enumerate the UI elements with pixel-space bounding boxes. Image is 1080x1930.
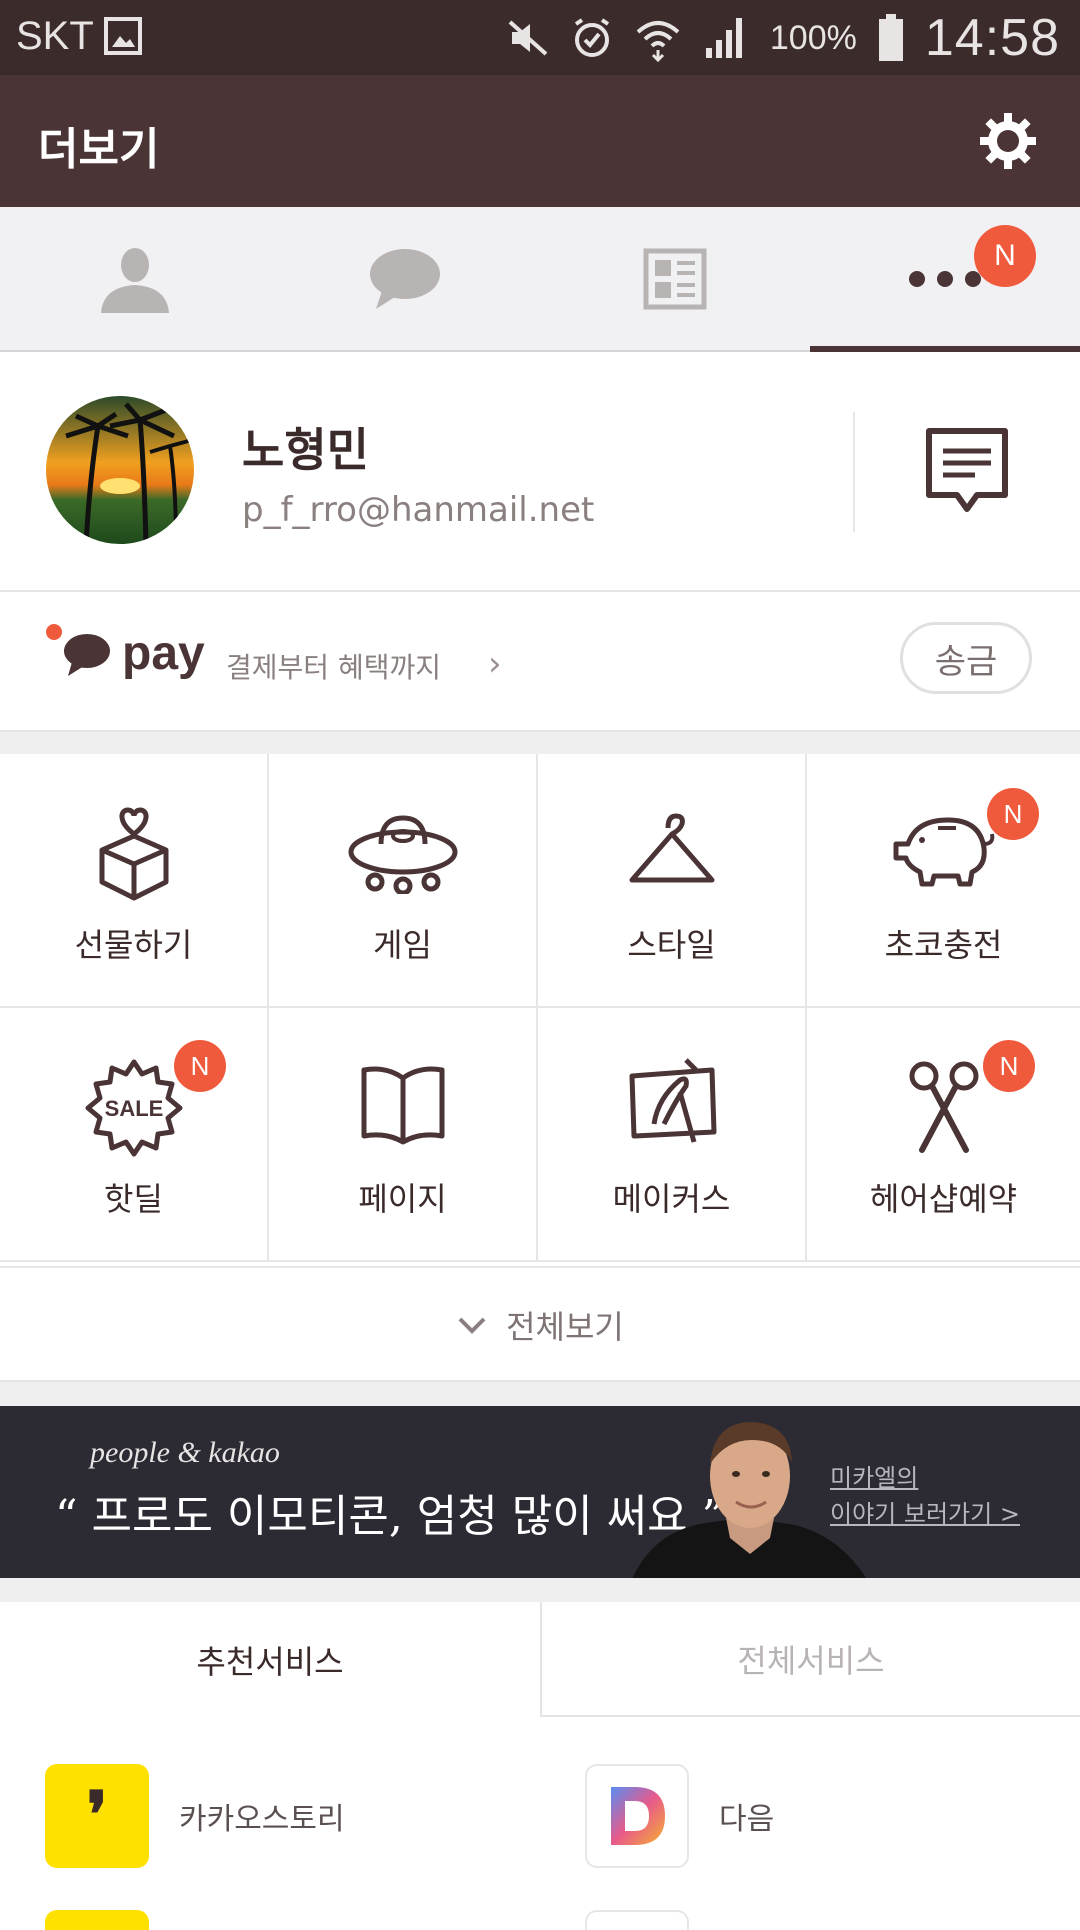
tab-all-services[interactable]: 전체서비스	[540, 1602, 1080, 1717]
battery-icon	[878, 14, 903, 61]
battery-percent: 100%	[769, 18, 857, 57]
next-service-icon	[45, 1910, 149, 1930]
news-icon	[643, 248, 707, 309]
profile-name: 노형민	[242, 423, 369, 477]
gift-box-icon	[99, 807, 168, 901]
tab-friends[interactable]	[0, 207, 270, 350]
grid-item-choco[interactable]: N 초코충전	[807, 754, 1080, 1008]
makers-icon	[629, 1058, 716, 1143]
wifi-icon	[636, 21, 680, 62]
grid-item-label: 게임	[373, 926, 432, 964]
grid-item-hotdeal[interactable]: SALE N 핫딜	[0, 1008, 269, 1262]
avatar[interactable]	[46, 396, 194, 544]
alarm-icon	[574, 18, 610, 57]
daum-logo-icon	[611, 1787, 665, 1845]
promo-banner[interactable]: people & kakao “ 프로도 이모티콘, 엄청 많이 써요 ” 미카…	[0, 1406, 1080, 1578]
grid-item-label: 페이지	[358, 1180, 447, 1218]
book-icon	[361, 1066, 444, 1145]
tab-more[interactable]: N	[810, 207, 1080, 352]
grid-item-label: 헤어샵예약	[869, 1180, 1018, 1218]
profile-divider	[853, 412, 855, 532]
sale-badge-icon: SALE	[85, 1059, 182, 1157]
next-service-icon	[585, 1910, 689, 1930]
grid-item-label: 선물하기	[74, 926, 193, 964]
grid-item-game[interactable]: 게임	[269, 754, 538, 1008]
new-badge: N	[983, 1040, 1035, 1092]
pay-label: pay	[122, 627, 205, 680]
section-gap	[0, 732, 1080, 754]
menu-grid: 선물하기 게임 스타일 N 초코충전 SALE N 핫딜 페이지 메이커스 N …	[0, 754, 1080, 1266]
more-new-badge: N	[974, 225, 1036, 287]
status-right: 100% 14:58	[506, 8, 1060, 68]
main-tabs: N	[0, 207, 1080, 352]
profile-email: p_f_rro@hanmail.net	[242, 490, 595, 530]
page-title: 더보기	[38, 124, 160, 175]
grid-item-page[interactable]: 페이지	[269, 1008, 538, 1262]
tab-recommended-services[interactable]: 추천서비스	[0, 1602, 540, 1717]
grid-item-style[interactable]: 스타일	[538, 754, 807, 1008]
chat-bubble-icon	[370, 248, 440, 309]
pay-chat-icon	[64, 634, 110, 676]
scissors-icon	[909, 1061, 978, 1153]
grid-item-gift[interactable]: 선물하기	[0, 754, 269, 1008]
section-gap	[0, 1578, 1080, 1602]
service-name: 다음	[719, 1802, 775, 1837]
profile-section[interactable]: 노형민 p_f_rro@hanmail.net	[0, 352, 1080, 592]
tab-chats[interactable]	[270, 207, 540, 350]
new-badge: N	[987, 788, 1039, 840]
grid-item-label: 메이커스	[612, 1180, 731, 1218]
grid-item-label: 스타일	[627, 926, 716, 964]
settings-gear-icon[interactable]	[978, 111, 1038, 171]
pay-new-dot	[46, 624, 62, 640]
grid-item-label: 핫딜	[104, 1180, 163, 1218]
title-bar: 더보기	[0, 75, 1080, 207]
status-bar: SKT 100% 14:58	[0, 0, 1080, 75]
section-gap	[0, 1380, 1080, 1408]
banner-link-line1[interactable]: 미카엘의	[830, 1458, 918, 1493]
view-all-label: 전체보기	[506, 1307, 624, 1346]
banner-quote: “ 프로도 이모티콘, 엄청 많이 써요 ”	[55, 1491, 725, 1542]
daum-icon	[585, 1764, 689, 1868]
chevron-right-icon: ›	[488, 644, 502, 684]
banner-brand: people & kakao	[90, 1436, 280, 1469]
person-icon	[101, 247, 169, 313]
grid-item-hairshop[interactable]: N 헤어샵예약	[807, 1008, 1080, 1262]
service-item-daum[interactable]: 다음	[585, 1762, 774, 1870]
service-name: 카카오스토리	[179, 1802, 345, 1837]
service-item-kakaostory[interactable]: ❜ 카카오스토리	[45, 1762, 345, 1870]
clock: 14:58	[924, 9, 1060, 67]
pay-subtitle[interactable]: 결제부터 혜택까지	[226, 646, 441, 686]
send-money-button[interactable]: 송금	[900, 622, 1032, 694]
chevron-down-icon	[458, 1317, 486, 1334]
piggy-bank-icon	[893, 817, 994, 887]
sale-text: SALE	[104, 1096, 163, 1121]
hanger-icon	[629, 813, 714, 883]
view-all-button[interactable]: 전체보기	[0, 1266, 1080, 1381]
grid-item-makers[interactable]: 메이커스	[538, 1008, 807, 1262]
signal-icon	[705, 18, 742, 58]
new-badge: N	[174, 1040, 226, 1092]
more-dots-icon	[909, 270, 981, 287]
kakaostory-glyph: ❜	[86, 1778, 108, 1853]
banner-link-line2[interactable]: 이야기 보러가기 >	[830, 1494, 1020, 1529]
grid-item-label: 초코충전	[884, 926, 1003, 964]
message-icon[interactable]	[925, 427, 1009, 517]
mute-icon	[508, 20, 548, 56]
ufo-icon	[348, 815, 457, 894]
tab-news[interactable]	[540, 207, 810, 350]
kakaostory-icon: ❜	[45, 1764, 149, 1868]
pay-section[interactable]: pay 결제부터 혜택까지 › 송금	[0, 592, 1080, 732]
carrier-label: SKT	[16, 14, 94, 58]
gallery-notification-icon	[104, 17, 142, 55]
